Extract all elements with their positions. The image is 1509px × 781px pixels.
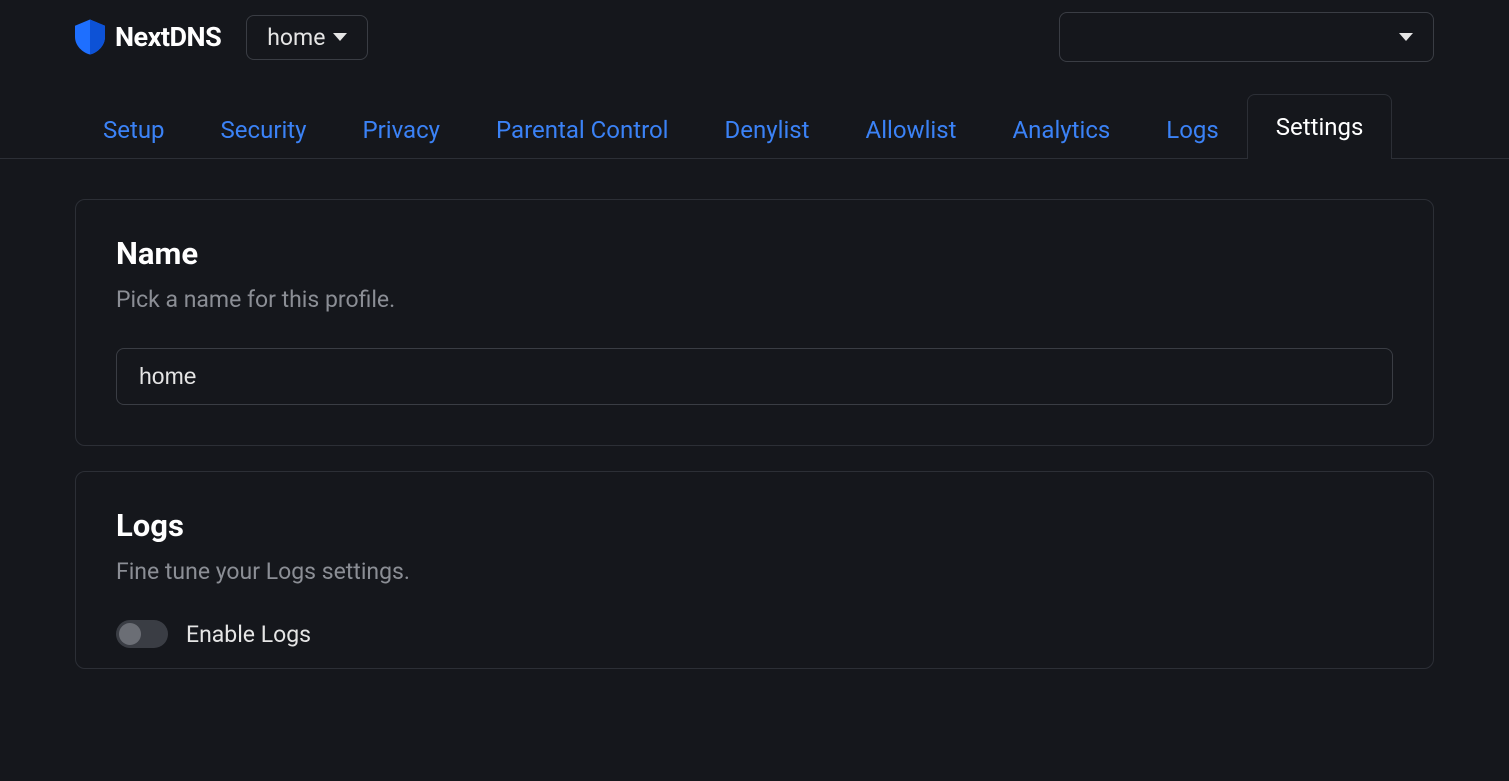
name-card: Name Pick a name for this profile. — [75, 199, 1434, 446]
tab-allowlist[interactable]: Allowlist — [838, 102, 985, 158]
account-selector[interactable] — [1059, 12, 1434, 62]
profile-selector[interactable]: home — [246, 15, 368, 60]
logo[interactable]: NextDNS — [75, 19, 221, 55]
profile-name-input[interactable] — [116, 348, 1393, 405]
enable-logs-row: Enable Logs — [116, 620, 1393, 648]
logs-description: Fine tune your Logs settings. — [116, 558, 1393, 585]
tab-parental-control[interactable]: Parental Control — [468, 102, 697, 158]
caret-down-icon — [333, 33, 347, 41]
logs-card: Logs Fine tune your Logs settings. Enabl… — [75, 471, 1434, 669]
caret-down-icon — [1399, 33, 1413, 41]
header-left: NextDNS home — [75, 15, 368, 60]
content: Name Pick a name for this profile. Logs … — [0, 159, 1509, 734]
brand-name: NextDNS — [115, 21, 221, 53]
enable-logs-toggle[interactable] — [116, 620, 168, 648]
enable-logs-label: Enable Logs — [186, 621, 311, 648]
logs-title: Logs — [116, 507, 1393, 544]
tab-settings[interactable]: Settings — [1247, 94, 1393, 159]
tab-logs[interactable]: Logs — [1138, 102, 1246, 158]
shield-icon — [75, 19, 105, 55]
toggle-knob — [119, 623, 141, 645]
profile-selector-value: home — [267, 24, 325, 51]
tabs: Setup Security Privacy Parental Control … — [0, 94, 1509, 159]
tab-analytics[interactable]: Analytics — [985, 102, 1139, 158]
name-title: Name — [116, 235, 1393, 272]
tab-privacy[interactable]: Privacy — [335, 102, 469, 158]
tab-denylist[interactable]: Denylist — [697, 102, 838, 158]
name-description: Pick a name for this profile. — [116, 286, 1393, 313]
tab-security[interactable]: Security — [193, 102, 335, 158]
header: NextDNS home — [0, 0, 1509, 74]
tab-setup[interactable]: Setup — [75, 102, 193, 158]
